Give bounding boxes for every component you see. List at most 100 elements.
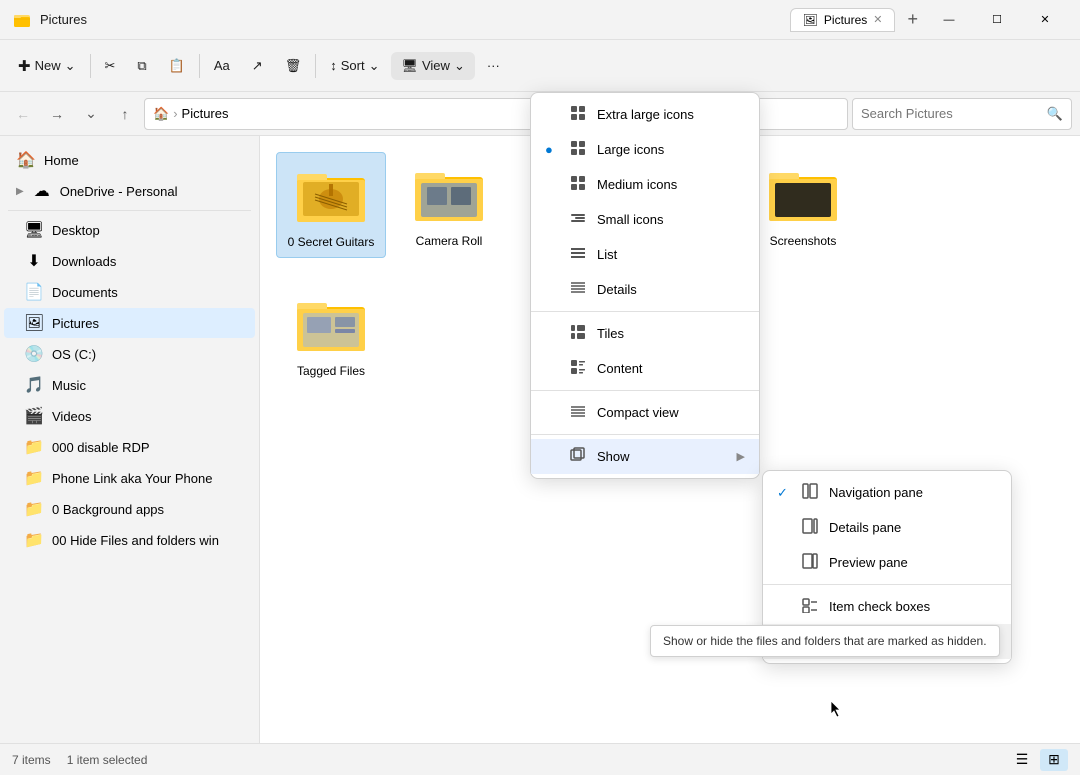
folder-item-tagged-files[interactable]: Tagged Files (276, 282, 386, 386)
menu-item-label: Large icons (597, 142, 664, 157)
menu-item-large[interactable]: ● Large icons (531, 132, 759, 167)
sidebar-item-onedrive[interactable]: ▶ ☁ OneDrive - Personal (4, 176, 255, 206)
submenu-item-label: Preview pane (829, 555, 908, 570)
menu-item-details[interactable]: Details (531, 272, 759, 307)
sidebar-item-osc[interactable]: 💿 OS (C:) 📌 (4, 339, 255, 369)
delete-icon: 🗑 (285, 58, 302, 74)
sort-button[interactable]: ↕ Sort ⌄ (320, 52, 389, 80)
menu-item-label: Extra large icons (597, 107, 694, 122)
submenu-arrow-icon: ▶ (737, 450, 745, 463)
folder-item-screenshots[interactable]: Screenshots (748, 152, 858, 258)
menu-item-label: Show (597, 449, 630, 464)
current-tab[interactable]: 🖼 Pictures ✕ (790, 8, 896, 32)
share-button[interactable]: ↗ (242, 52, 273, 80)
view-label: View (422, 58, 450, 73)
folder-item-secret-guitars[interactable]: 0 Secret Guitars (276, 152, 386, 258)
menu-item-compact[interactable]: Compact view (531, 395, 759, 430)
sidebar-item-label: 0 Background apps (52, 502, 243, 517)
list-view-button[interactable]: ☰ (1008, 749, 1036, 771)
details-icon (569, 280, 587, 299)
separator-2 (199, 54, 200, 78)
minimize-button[interactable]: — (926, 4, 972, 36)
breadcrumb-home-icon: 🏠 (153, 106, 169, 122)
menu-item-tiles[interactable]: Tiles (531, 316, 759, 351)
menu-item-list[interactable]: List (531, 237, 759, 272)
submenu-item-details-pane[interactable]: Details pane (763, 510, 1011, 545)
pictures-icon: 🖼 (24, 313, 44, 333)
search-input[interactable] (861, 106, 1043, 121)
sidebar-item-pictures[interactable]: 🖼 Pictures 📌 (4, 308, 255, 338)
close-button[interactable]: ✕ (1022, 4, 1068, 36)
up-button[interactable]: ↑ (110, 99, 140, 129)
menu-divider (531, 311, 759, 312)
forward-button[interactable]: → (42, 99, 72, 129)
tooltip-text: Show or hide the files and folders that … (663, 634, 987, 648)
sidebar-item-downloads[interactable]: ⬇ Downloads 📌 (4, 246, 255, 276)
paste-button[interactable]: 📋 (159, 52, 195, 80)
desktop-icon: 🖥 (24, 220, 44, 240)
new-chevron-icon: ⌄ (65, 58, 76, 74)
sidebar-item-folder-bgapps[interactable]: 📁 0 Background apps (4, 494, 255, 524)
menu-item-small[interactable]: Small icons (531, 202, 759, 237)
sidebar-item-music[interactable]: 🎵 Music 📌 (4, 370, 255, 400)
menu-item-label: Content (597, 361, 643, 376)
submenu-item-check-boxes[interactable]: Item check boxes (763, 589, 1011, 624)
window-controls: — ☐ ✕ (926, 4, 1068, 36)
sidebar-item-folder-hidefiles[interactable]: 📁 00 Hide Files and folders win (4, 525, 255, 555)
more-button[interactable]: ··· (477, 52, 510, 79)
folder-item-camera-roll[interactable]: Camera Roll (394, 152, 504, 258)
menu-item-medium[interactable]: Medium icons (531, 167, 759, 202)
sidebar-item-label: 00 Hide Files and folders win (52, 533, 243, 548)
sidebar-item-videos[interactable]: 🎬 Videos 📌 (4, 401, 255, 431)
back-button[interactable]: ← (8, 99, 38, 129)
menu-item-label: Medium icons (597, 177, 677, 192)
tab-bar: 🖼 Pictures ✕ + (790, 5, 926, 34)
recent-locations-button[interactable]: ⌄ (76, 99, 106, 129)
sidebar-item-folder-phonelink[interactable]: 📁 Phone Link aka Your Phone (4, 463, 255, 493)
delete-button[interactable]: 🗑 (275, 52, 312, 80)
compact-icon (569, 403, 587, 422)
sidebar-item-label: Pictures (52, 316, 221, 331)
toolbar: ✚ New ⌄ ✂ ⧉ 📋 Aa ↗ 🗑 ↕ Sort ⌄ 🖥 View ⌄ ·… (0, 40, 1080, 92)
new-tab-button[interactable]: + (899, 5, 926, 34)
folder-thumbnail-screenshots (763, 160, 843, 230)
sidebar-item-home[interactable]: 🏠 Home (4, 145, 255, 175)
tiles-icon (569, 324, 587, 343)
search-bar[interactable]: 🔍 (852, 98, 1072, 130)
documents-icon: 📄 (24, 282, 44, 302)
new-label: New (35, 58, 61, 73)
new-button[interactable]: ✚ New ⌄ (8, 51, 86, 81)
check-boxes-icon (801, 597, 819, 616)
sidebar-item-label: Videos (52, 409, 221, 424)
rename-button[interactable]: Aa (204, 52, 240, 79)
view-chevron-icon: ⌄ (454, 58, 465, 74)
folder-name-secret-guitars: 0 Secret Guitars (288, 235, 375, 249)
sidebar-item-folder-rdp[interactable]: 📁 000 disable RDP (4, 432, 255, 462)
submenu-item-preview-pane[interactable]: Preview pane (763, 545, 1011, 580)
maximize-button[interactable]: ☐ (974, 4, 1020, 36)
menu-item-extra-large[interactable]: Extra large icons (531, 97, 759, 132)
sidebar-item-documents[interactable]: 📄 Documents 📌 (4, 277, 255, 307)
menu-divider-3 (531, 434, 759, 435)
menu-item-show[interactable]: Show ▶ (531, 439, 759, 474)
grid-view-button[interactable]: ⊞ (1040, 749, 1068, 771)
submenu-item-label: Details pane (829, 520, 901, 535)
medium-icon (569, 175, 587, 194)
drive-icon: 💿 (24, 344, 44, 364)
nav-pane-icon (801, 483, 819, 502)
menu-item-content[interactable]: Content (531, 351, 759, 386)
cut-button[interactable]: ✂ (95, 52, 126, 80)
search-icon: 🔍 (1047, 106, 1063, 122)
view-button[interactable]: 🖥 View ⌄ (391, 52, 474, 80)
submenu-item-nav-pane[interactable]: ✓ Navigation pane (763, 475, 1011, 510)
sidebar-item-desktop[interactable]: 🖥 Desktop 📌 (4, 215, 255, 245)
folder-icon: 📁 (24, 530, 44, 550)
copy-button[interactable]: ⧉ (127, 52, 156, 80)
tab-close-icon[interactable]: ✕ (873, 13, 882, 26)
sidebar-item-label: Phone Link aka Your Phone (52, 471, 243, 486)
share-icon: ↗ (252, 58, 263, 74)
folder-name-camera-roll: Camera Roll (416, 234, 483, 248)
submenu-divider (763, 584, 1011, 585)
submenu-item-label: Navigation pane (829, 485, 923, 500)
extra-large-icon (569, 105, 587, 124)
